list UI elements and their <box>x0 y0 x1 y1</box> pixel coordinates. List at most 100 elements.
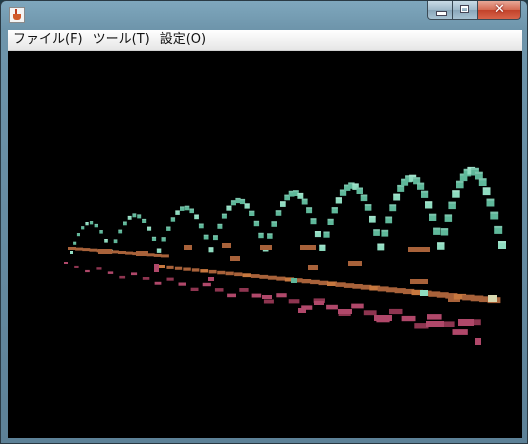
highlight-note <box>291 278 297 283</box>
drum-note <box>154 281 162 285</box>
melody-note-top <box>364 204 372 206</box>
melody-note-top <box>213 235 218 237</box>
melody-note-top <box>437 242 445 245</box>
melody-note-top <box>314 231 321 233</box>
drum-note <box>427 314 442 320</box>
melody-note-top <box>244 203 250 205</box>
bass-track-note <box>259 274 269 279</box>
melody-note-top <box>478 178 487 181</box>
drum-note <box>154 264 159 272</box>
melody-note-top <box>194 214 199 216</box>
maximize-icon <box>460 5 469 13</box>
menu-settings[interactable]: 設定(O) <box>155 30 211 50</box>
melody-note-top <box>271 221 277 223</box>
melody-note-top <box>331 207 338 209</box>
melody-note-top <box>275 210 282 212</box>
drum-note <box>251 293 262 298</box>
drum-note <box>96 267 102 270</box>
minimize-button[interactable] <box>427 1 453 20</box>
melody-note-top <box>486 198 495 201</box>
bass-track-note <box>82 248 91 252</box>
drum-note <box>426 321 444 327</box>
bass-track-note <box>166 265 174 269</box>
melody-note-top <box>161 237 166 239</box>
drum-note <box>202 282 211 287</box>
melody-note-top <box>104 239 108 240</box>
melody-note-top <box>166 226 171 228</box>
bass-note <box>348 261 362 266</box>
melody-note-top <box>297 192 304 195</box>
close-button[interactable]: ✕ <box>478 1 521 20</box>
melody-note-top <box>306 207 313 209</box>
drum-note <box>178 282 186 286</box>
bass-track-note <box>158 265 165 268</box>
melody-note-top <box>132 213 137 215</box>
melody-note-top <box>471 167 479 170</box>
drum-note <box>351 303 364 309</box>
bass-track-note <box>146 253 155 257</box>
drum-note <box>142 277 150 280</box>
drum-note <box>338 309 352 314</box>
drum-note <box>239 288 249 292</box>
melody-note-top <box>226 205 232 207</box>
melody-note-top <box>293 190 299 192</box>
melody-note-top <box>301 198 308 201</box>
bass-track-note <box>242 273 251 278</box>
drum-note <box>227 293 236 298</box>
drum-note <box>326 304 338 310</box>
window-controls: ✕ <box>427 1 521 21</box>
bass-note <box>308 265 318 270</box>
melody-note-top <box>151 236 157 238</box>
melody-note-top <box>373 229 380 232</box>
drum-note <box>314 301 324 305</box>
bass-note <box>222 243 231 248</box>
bass-track-note <box>208 269 217 274</box>
bass-note <box>300 245 316 250</box>
melody-note-top <box>123 221 127 223</box>
drum-note <box>131 272 138 276</box>
bass-track-note <box>103 249 112 253</box>
java-app-icon[interactable] <box>9 7 25 23</box>
bass-track-note <box>191 268 200 272</box>
bass-track-note <box>267 275 277 280</box>
melody-note-top <box>327 218 334 221</box>
melody-note-top <box>253 220 260 223</box>
melody-note-top <box>99 230 103 232</box>
drum-note <box>263 299 274 304</box>
melody-note-top <box>180 206 185 208</box>
maximize-button[interactable] <box>453 1 478 20</box>
melody-note-top <box>147 226 152 228</box>
drum-note <box>214 288 224 292</box>
melody-note-top <box>235 197 241 200</box>
melody-note-top <box>429 213 437 216</box>
melody-note-top <box>113 239 118 241</box>
melody-note-top <box>360 194 368 197</box>
bass-track-note <box>225 271 234 276</box>
melody-note-top <box>385 216 393 219</box>
drum-note <box>452 329 468 335</box>
melody-note-top <box>156 248 162 250</box>
melody-note-top <box>490 211 499 214</box>
melody-note-top <box>448 201 456 204</box>
melody-note-top <box>198 223 204 225</box>
melody-note-top <box>475 171 483 174</box>
melody-note-top <box>184 205 190 207</box>
title-bar[interactable]: ✕ <box>1 1 527 29</box>
highlight-note <box>420 290 428 296</box>
3d-viewport[interactable] <box>8 51 522 438</box>
bass-track-note <box>160 254 169 258</box>
menu-tool[interactable]: ツール(T) <box>88 30 155 50</box>
drum-note <box>389 308 403 315</box>
bass-track-note <box>139 252 148 256</box>
drum-note <box>363 310 377 316</box>
melody-note-top <box>258 232 264 235</box>
note-visualization <box>64 166 506 345</box>
drum-note <box>64 262 68 264</box>
bass-note <box>230 256 240 261</box>
melody-note-top <box>482 187 491 190</box>
melody-note-top <box>239 198 246 201</box>
melody-note-top <box>323 231 330 234</box>
melody-note-top <box>310 218 317 220</box>
menu-file[interactable]: ファイル(F) <box>8 30 88 50</box>
melody-note-top <box>118 229 123 231</box>
